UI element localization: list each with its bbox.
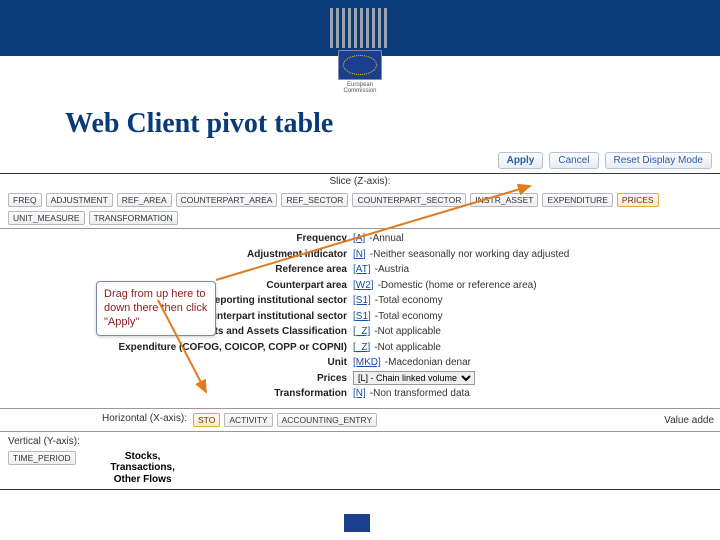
ec-logo-text: European Commission	[330, 82, 390, 94]
field-value: Annual	[373, 231, 404, 247]
field-value: Not applicable	[378, 324, 441, 340]
field-value: Neither seasonally nor working day adjus…	[373, 247, 569, 263]
slice-chip-adjustment[interactable]: ADJUSTMENT	[46, 193, 113, 207]
instruction-callout: Drag from up here to down there then cli…	[96, 281, 216, 336]
field-label: Adjustment indicator	[8, 247, 353, 263]
field-label: Frequency	[8, 231, 353, 247]
apply-button[interactable]: Apply	[498, 152, 544, 169]
slice-axis-label: Slice (Z-axis):	[0, 174, 720, 190]
x-axis-row: Horizontal (X-axis): STO ACTIVITY ACCOUNTI…	[0, 409, 720, 431]
slice-chip-transformation[interactable]: TRANSFORMATION	[89, 211, 178, 225]
field-code[interactable]: [_Z]	[353, 324, 370, 340]
field-code[interactable]: [MKD]	[353, 355, 381, 371]
field-row: Prices[L] - Chain linked volume	[8, 371, 712, 387]
slice-chip-counterpart_sector[interactable]: COUNTERPART_SECTOR	[352, 193, 466, 207]
eu-flag-footer-icon	[344, 514, 370, 532]
x-axis-chip[interactable]: ACCOUNTING_ENTRY	[277, 413, 378, 427]
slice-chip-prices[interactable]: PRICES	[617, 193, 659, 207]
slice-chip-counterpart_area[interactable]: COUNTERPART_AREA	[176, 193, 278, 207]
page-title: Web Client pivot table	[0, 90, 720, 150]
field-code[interactable]: [S1]	[353, 293, 371, 309]
field-code[interactable]: [_Z]	[353, 340, 370, 356]
field-row: Adjustment indicator[N] - Neither season…	[8, 247, 712, 263]
field-row: Expenditure (COFOG, COICOP, COPP or COPN…	[8, 340, 712, 356]
field-code[interactable]: [S1]	[353, 309, 371, 325]
truncated-value-text: Value adde	[664, 415, 714, 426]
field-row: Reference area[AT] - Austria	[8, 262, 712, 278]
y-axis-row: Vertical (Y-axis):	[0, 432, 720, 451]
field-label: Unit	[8, 355, 353, 371]
prices-select[interactable]: [L] - Chain linked volume	[353, 371, 475, 385]
reset-display-mode-button[interactable]: Reset Display Mode	[605, 152, 712, 169]
field-value: Macedonian denar	[388, 355, 471, 371]
ec-logo: European Commission	[330, 8, 390, 86]
field-label: Transformation	[8, 386, 353, 402]
ec-building-icon	[330, 8, 390, 48]
cancel-button[interactable]: Cancel	[549, 152, 598, 169]
y-axis-label: Vertical (Y-axis):	[8, 436, 80, 447]
toolbar: Apply Cancel Reset Display Mode	[0, 150, 720, 173]
field-code[interactable]: [W2]	[353, 278, 374, 294]
field-row: Transformation[N] - Non transformed data	[8, 386, 712, 402]
field-value: Austria	[378, 262, 409, 278]
x-axis-chip[interactable]: ACTIVITY	[224, 413, 272, 427]
field-value: Total economy	[378, 293, 442, 309]
divider	[0, 489, 720, 490]
field-code[interactable]: [AT]	[353, 262, 371, 278]
x-axis-chip[interactable]: STO	[193, 413, 220, 427]
slice-chip-ref_area[interactable]: REF_AREA	[117, 193, 172, 207]
slice-chip-row: FREQ ADJUSTMENT REF_AREA COUNTERPART_AREARE…	[0, 190, 720, 228]
field-value: Not applicable	[378, 340, 441, 356]
slice-chip-freq[interactable]: FREQ	[8, 193, 42, 207]
field-row: Frequency[A] - Annual	[8, 231, 712, 247]
slide-header: European Commission	[0, 0, 720, 90]
field-code[interactable]: [A]	[353, 231, 365, 247]
field-label: Reference area	[8, 262, 353, 278]
field-list: Drag from up here to down there then cli…	[0, 229, 720, 408]
slice-chip-ref_sector[interactable]: REF_SECTOR	[281, 193, 348, 207]
field-label: Expenditure (COFOG, COICOP, COPP or COPN…	[8, 340, 353, 356]
field-row: Unit[MKD] - Macedonian denar	[8, 355, 712, 371]
slice-chip-instr_asset[interactable]: INSTR_ASSET	[470, 193, 538, 207]
x-axis-label: Horizontal (X-axis):	[8, 413, 193, 424]
slice-chip-expenditure[interactable]: EXPENDITURE	[542, 193, 612, 207]
y-column-header: Stocks, Transactions, Other Flows	[98, 451, 188, 486]
field-value: Total economy	[378, 309, 442, 325]
field-label: Prices	[8, 371, 353, 387]
x-axis-chip-row: STO ACTIVITY ACCOUNTING_ENTRY	[193, 413, 377, 427]
field-code[interactable]: [N]	[353, 386, 366, 402]
field-value: Non transformed data	[373, 386, 470, 402]
field-value: Domestic (home or reference area)	[381, 278, 537, 294]
slice-chip-unit_measure[interactable]: UNIT_MEASURE	[8, 211, 85, 225]
field-code[interactable]: [N]	[353, 247, 366, 263]
eu-flag-icon	[338, 50, 382, 80]
y-axis-chip[interactable]: TIME_PERIOD	[8, 451, 76, 465]
